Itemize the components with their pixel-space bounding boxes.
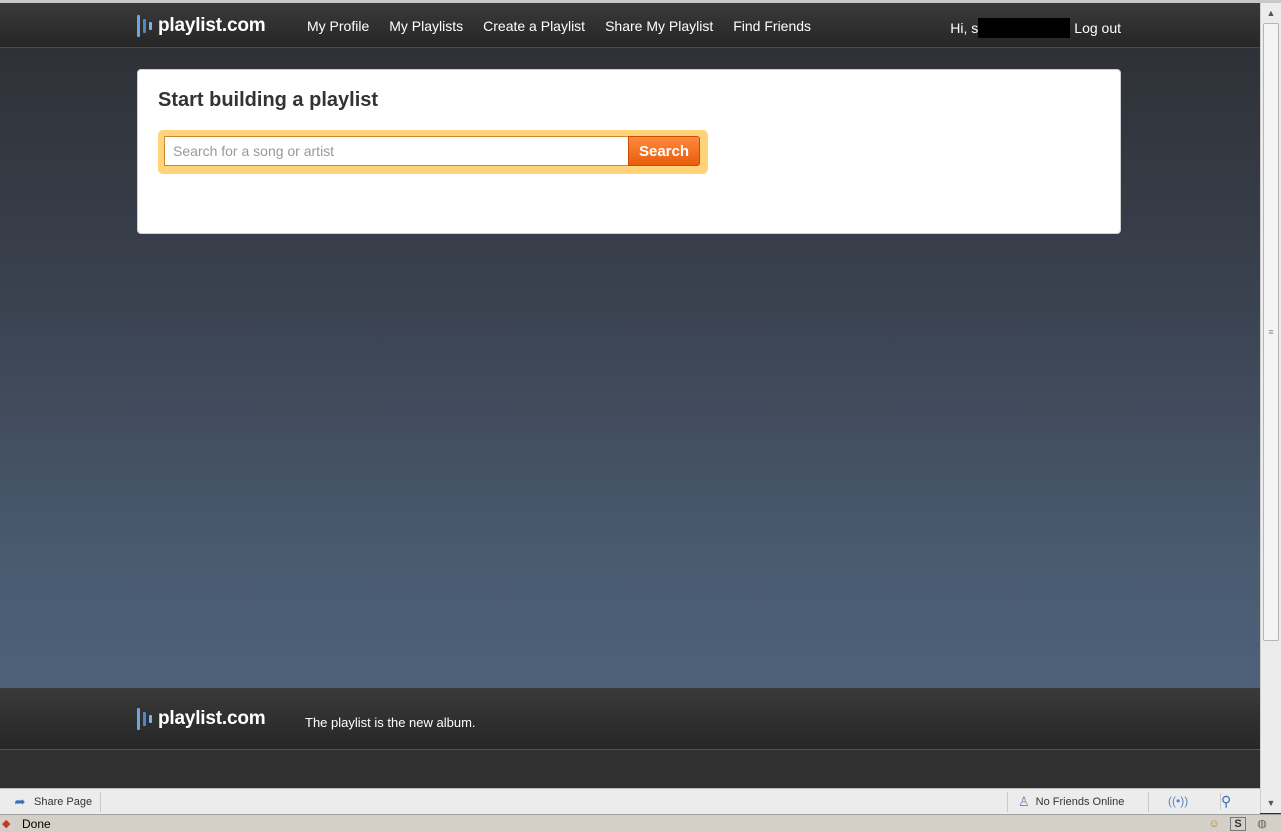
nav-create-playlist[interactable]: Create a Playlist <box>483 18 585 34</box>
person-icon: ♙ <box>1018 794 1030 809</box>
nav-my-profile[interactable]: My Profile <box>307 18 369 34</box>
footer-logo-text: playlist.com <box>158 708 266 729</box>
footer-logo[interactable]: playlist.com <box>137 707 266 731</box>
redacted-username <box>978 18 1071 38</box>
scroll-up-arrow-icon[interactable]: ▲ <box>1263 5 1279 21</box>
equalizer-bars-icon <box>137 15 152 37</box>
page-bottom-area <box>0 750 1260 788</box>
nav-share-my-playlist[interactable]: Share My Playlist <box>605 18 713 34</box>
footer-tagline: The playlist is the new album. <box>305 715 476 730</box>
nav-find-friends[interactable]: Find Friends <box>733 18 811 34</box>
social-toolbar: ➦ Share Page ♙ No Friends Online ((•)) ⚲ <box>0 788 1260 814</box>
browser-status-bar: ◆ Done ☺ S ◍ <box>0 814 1281 832</box>
song-search-input[interactable] <box>164 136 628 166</box>
user-greeting: Hi, s <box>950 20 979 36</box>
site-footer: playlist.com The playlist is the new alb… <box>0 688 1260 750</box>
s-addon-icon[interactable]: S <box>1230 817 1246 831</box>
page-viewport: playlist.com My Profile My Playlists Cre… <box>0 3 1260 788</box>
main-nav: My Profile My Playlists Create a Playlis… <box>307 18 811 34</box>
share-arrow-icon: ➦ <box>14 794 26 809</box>
site-logo[interactable]: playlist.com <box>137 14 266 38</box>
search-frame: Search <box>158 130 708 174</box>
share-page-label: Share Page <box>34 796 93 808</box>
user-area: Hi, s Log out <box>950 18 1121 38</box>
friends-status-button[interactable]: ♙ No Friends Online <box>1007 792 1149 812</box>
equalizer-bars-icon <box>137 708 152 730</box>
page-status-icon: ◆ <box>2 818 11 830</box>
site-header: playlist.com My Profile My Playlists Cre… <box>0 3 1260 48</box>
smiley-addon-icon[interactable]: ☺ <box>1206 816 1222 832</box>
search-button[interactable]: Search <box>628 136 700 166</box>
playlist-builder-card: Start building a playlist Search <box>137 69 1121 234</box>
builder-title: Start building a playlist <box>158 89 379 111</box>
pin-icon[interactable]: ⚲ <box>1220 793 1231 810</box>
friends-status-label: No Friends Online <box>1035 796 1125 808</box>
logo-text: playlist.com <box>158 15 266 36</box>
status-text: Done <box>22 817 51 831</box>
globe-addon-icon[interactable]: ◍ <box>1254 816 1270 832</box>
scroll-down-arrow-icon[interactable]: ▼ <box>1263 795 1279 811</box>
scroll-thumb[interactable]: ≡ <box>1263 23 1279 641</box>
vertical-scrollbar[interactable]: ▲ ≡ ▼ <box>1260 3 1281 813</box>
share-page-button[interactable]: ➦ Share Page <box>4 792 102 812</box>
logout-link[interactable]: Log out <box>1074 20 1121 36</box>
broadcast-icon[interactable]: ((•)) <box>1168 794 1188 808</box>
nav-my-playlists[interactable]: My Playlists <box>389 18 463 34</box>
